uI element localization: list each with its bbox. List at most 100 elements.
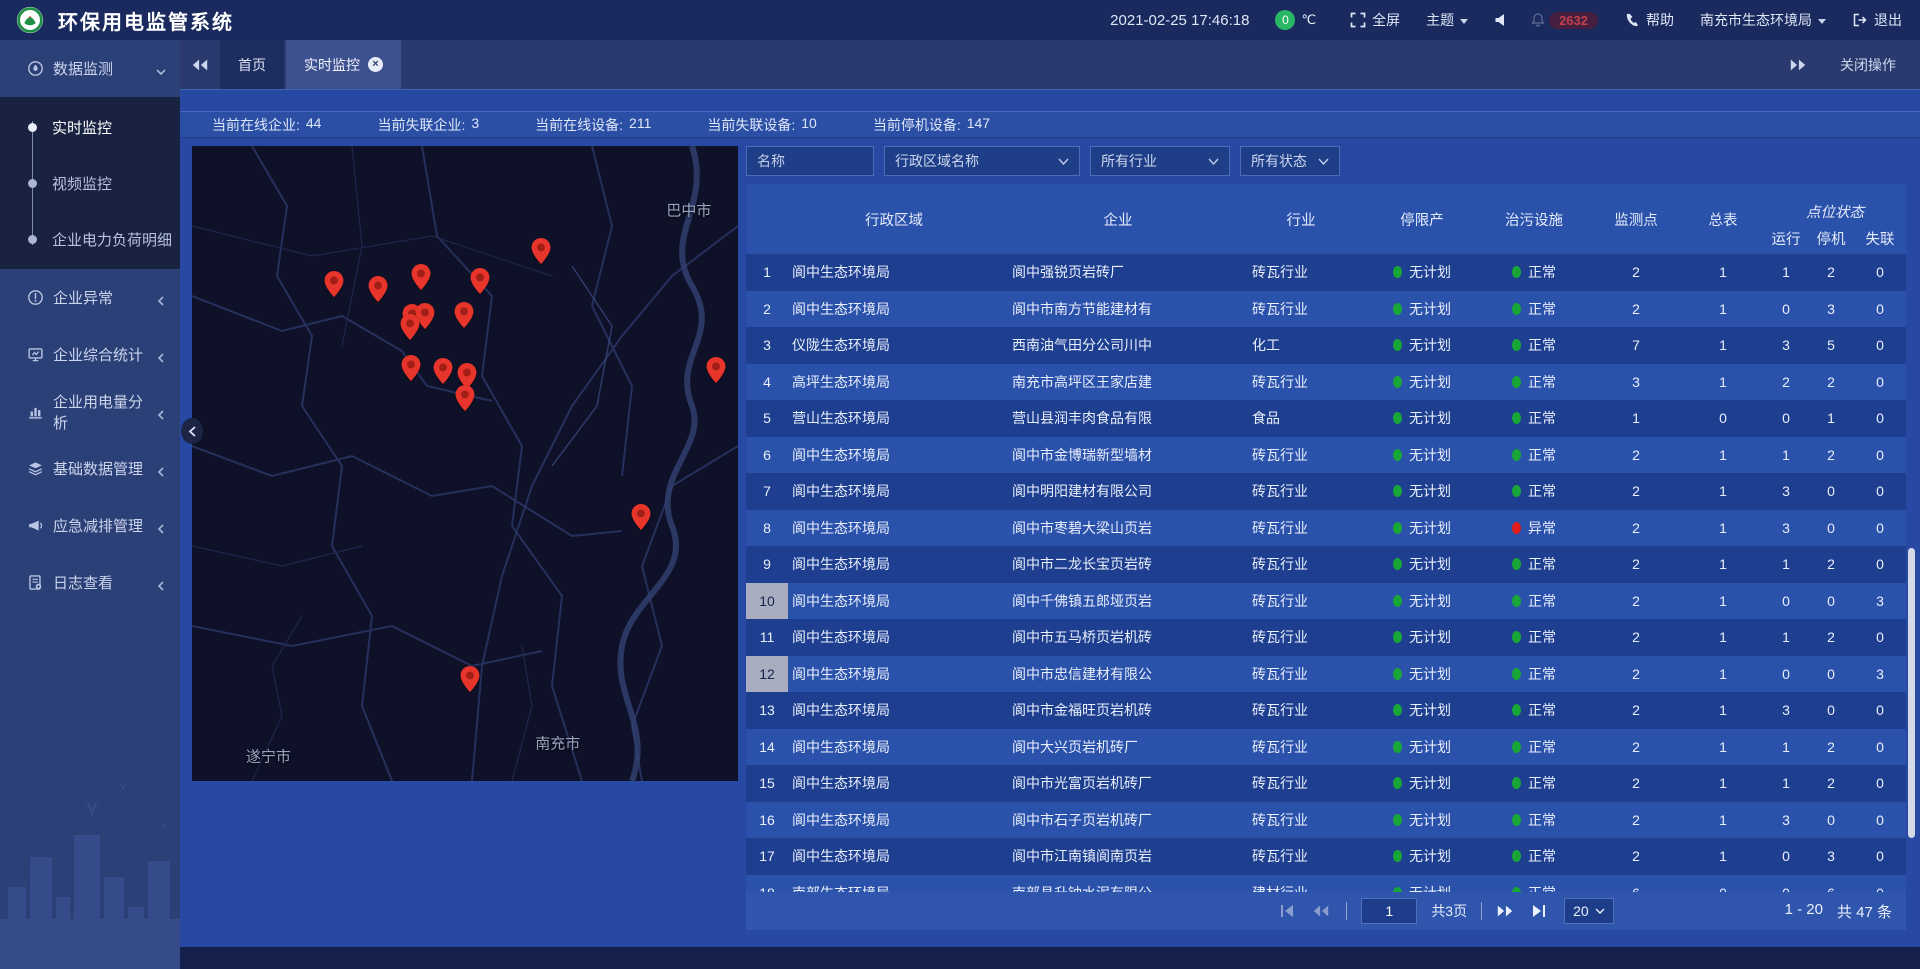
- table-row[interactable]: 14 阆中生态环境局 阆中大兴页岩机砖厂 砖瓦行业 无计划 正常 2 1 1 2…: [746, 729, 1906, 766]
- bell-icon: [1530, 12, 1546, 28]
- table-row[interactable]: 7 阆中生态环境局 阆中明阳建材有限公司 砖瓦行业 无计划 正常 2 1 3 0…: [746, 473, 1906, 510]
- table-row[interactable]: 11 阆中生态环境局 阆中市五马桥页岩机砖 砖瓦行业 无计划 正常 2 1 1 …: [746, 619, 1906, 656]
- map-marker-pin-icon[interactable]: [400, 314, 419, 340]
- sidebar-item[interactable]: 企业综合统计: [0, 326, 180, 383]
- status-dot-icon: [1512, 449, 1521, 461]
- status-dot-icon: [1512, 631, 1521, 643]
- stat-item: 当前失联企业:3: [377, 115, 479, 135]
- table-scrollbar[interactable]: [1908, 548, 1915, 838]
- fullscreen-button[interactable]: 全屏: [1350, 10, 1400, 30]
- map-panel[interactable]: 巴中市南充市遂宁市: [192, 146, 738, 781]
- industry-filter-select[interactable]: 所有行业: [1090, 146, 1230, 176]
- cell-company: 阆中明阳建材有限公司: [1000, 473, 1236, 510]
- map-marker-pin-icon[interactable]: [368, 276, 387, 302]
- org-menu[interactable]: 南充市生态环境局: [1700, 10, 1826, 30]
- last-page-button[interactable]: [1530, 903, 1550, 919]
- table-row[interactable]: 1 阆中生态环境局 阆中强锐页岩砖厂 砖瓦行业 无计划 正常 2 1 1 2 0: [746, 254, 1906, 291]
- sidebar-item[interactable]: 数据监测: [0, 40, 180, 97]
- map-marker-pin-icon[interactable]: [324, 271, 343, 297]
- map-marker-pin-icon[interactable]: [531, 238, 550, 264]
- industry-filter-value: 所有行业: [1101, 151, 1157, 171]
- cell-limit-status: 无计划: [1366, 254, 1478, 291]
- sidebar-subitem[interactable]: 企业电力负荷明细: [0, 211, 180, 267]
- map-marker-pin-icon[interactable]: [456, 385, 475, 411]
- cell-region: 仪陇生态环境局: [788, 327, 1000, 364]
- table-row[interactable]: 4 高坪生态环境局 南充市高坪区王家店建 砖瓦行业 无计划 正常 3 1 2 2…: [746, 364, 1906, 401]
- cell-running: 0: [1764, 656, 1808, 693]
- table-row[interactable]: 12 阆中生态环境局 阆中市忠信建材有限公 砖瓦行业 无计划 正常 2 1 0 …: [746, 656, 1906, 693]
- cell-meters: 1: [1682, 510, 1764, 547]
- table-row[interactable]: 8 阆中生态环境局 阆中市枣碧大梁山页岩 砖瓦行业 无计划 异常 2 1 3 0…: [746, 510, 1906, 547]
- cell-meters: 1: [1682, 364, 1764, 401]
- status-dot-icon: [1393, 558, 1402, 570]
- sidebar-subitem[interactable]: 实时监控: [0, 99, 180, 155]
- sidebar-item[interactable]: 日志查看: [0, 554, 180, 611]
- board-icon: [27, 346, 44, 363]
- sidebar-item[interactable]: 基础数据管理: [0, 440, 180, 497]
- cell-industry: 砖瓦行业: [1236, 619, 1366, 656]
- page-number-input[interactable]: [1361, 898, 1417, 924]
- name-filter-input[interactable]: [746, 146, 874, 176]
- table-row[interactable]: 2 阆中生态环境局 阆中市南方节能建材有 砖瓦行业 无计划 正常 2 1 0 3…: [746, 291, 1906, 328]
- table-row[interactable]: 3 仪陇生态环境局 西南油气田分公司川中 化工 无计划 正常 7 1 3 5 0: [746, 327, 1906, 364]
- cell-company: 南部县升钟水泥有限公: [1000, 875, 1236, 893]
- sidebar-item[interactable]: 企业用电量分析: [0, 383, 180, 440]
- table-row[interactable]: 13 阆中生态环境局 阆中市金福旺页岩机砖 砖瓦行业 无计划 正常 2 1 3 …: [746, 692, 1906, 729]
- help-button[interactable]: 帮助: [1624, 10, 1674, 30]
- org-label: 南充市生态环境局: [1700, 10, 1812, 30]
- table-row[interactable]: 10 阆中生态环境局 阆中千佛镇五郎垭页岩 砖瓦行业 无计划 正常 2 1 0 …: [746, 583, 1906, 620]
- status-dot-icon: [1512, 595, 1521, 607]
- page-title: 环保用电监管系统: [58, 6, 234, 35]
- nav-chevron-icon: [156, 464, 166, 474]
- tabs-scroll-right-button[interactable]: [1778, 58, 1818, 72]
- table-row[interactable]: 6 阆中生态环境局 阆中市金博瑞新型墙材 砖瓦行业 无计划 正常 2 1 1 2…: [746, 437, 1906, 474]
- region-filter-select[interactable]: 行政区域名称: [884, 146, 1080, 176]
- sound-button[interactable]: [1494, 12, 1510, 28]
- map-marker-pin-icon[interactable]: [707, 357, 726, 383]
- status-dot-icon: [1512, 558, 1521, 570]
- sidebar-item[interactable]: 企业异常: [0, 269, 180, 326]
- cell-facility-status: 正常: [1478, 619, 1590, 656]
- panel-collapse-button[interactable]: [181, 418, 203, 444]
- logout-button[interactable]: 退出: [1852, 10, 1902, 30]
- phone-icon: [1624, 12, 1640, 28]
- tab-close-icon[interactable]: ×: [368, 57, 383, 72]
- table-row[interactable]: 17 阆中生态环境局 阆中市江南镇阆南页岩 砖瓦行业 无计划 正常 2 1 0 …: [746, 838, 1906, 875]
- map-marker-pin-icon[interactable]: [412, 264, 431, 290]
- sidebar-item-label: 企业用电量分析: [53, 391, 156, 433]
- map-marker-pin-icon[interactable]: [454, 302, 473, 328]
- table-row[interactable]: 9 阆中生态环境局 阆中市二龙长宝页岩砖 砖瓦行业 无计划 正常 2 1 1 2…: [746, 546, 1906, 583]
- row-index: 17: [746, 838, 788, 875]
- tab[interactable]: 实时监控 ×: [286, 40, 401, 89]
- page-size-select[interactable]: 20: [1564, 898, 1614, 924]
- map-marker-pin-icon[interactable]: [401, 355, 420, 381]
- stats-bar: 当前在线企业:44 当前失联企业:3 当前在线设备:211 当前失联设备:10 …: [180, 111, 1920, 138]
- tabs-scroll-left-button[interactable]: [180, 40, 220, 89]
- table-row[interactable]: 18 南部生态环境局 南部县升钟水泥有限公 建材行业 无计划 正常 6 0 0 …: [746, 875, 1906, 893]
- map-marker-pin-icon[interactable]: [631, 504, 650, 530]
- cell-offline: 0: [1854, 619, 1906, 656]
- temperature-unit: ℃: [1301, 12, 1316, 28]
- cell-meters: 0: [1682, 400, 1764, 437]
- table-row[interactable]: 16 阆中生态环境局 阆中市石子页岩机砖厂 砖瓦行业 无计划 正常 2 1 3 …: [746, 802, 1906, 839]
- theme-menu[interactable]: 主题: [1426, 10, 1468, 30]
- map-marker-pin-icon[interactable]: [434, 358, 453, 384]
- map-marker-pin-icon[interactable]: [470, 268, 489, 294]
- tab[interactable]: 首页: [220, 40, 284, 89]
- prev-page-button[interactable]: [1312, 903, 1332, 919]
- map-marker-pin-icon[interactable]: [461, 666, 480, 692]
- first-page-button[interactable]: [1278, 903, 1298, 919]
- next-page-button[interactable]: [1496, 903, 1516, 919]
- cell-facility-status: 正常: [1478, 437, 1590, 474]
- cell-facility-status: 正常: [1478, 583, 1590, 620]
- cell-offline: 0: [1854, 400, 1906, 437]
- table-row[interactable]: 15 阆中生态环境局 阆中市光富页岩机砖厂 砖瓦行业 无计划 正常 2 1 1 …: [746, 765, 1906, 802]
- status-filter-select[interactable]: 所有状态: [1240, 146, 1340, 176]
- gauge-icon: [27, 60, 44, 77]
- sidebar-subitem[interactable]: 视频监控: [0, 155, 180, 211]
- notification-badge[interactable]: 2632: [1549, 12, 1598, 29]
- sidebar-item[interactable]: 应急减排管理: [0, 497, 180, 554]
- table-row[interactable]: 5 营山生态环境局 营山县润丰肉食品有限 食品 无计划 正常 1 0 0 1 0: [746, 400, 1906, 437]
- cell-region: 阆中生态环境局: [788, 656, 1000, 693]
- close-operations-button[interactable]: 关闭操作: [1840, 55, 1896, 75]
